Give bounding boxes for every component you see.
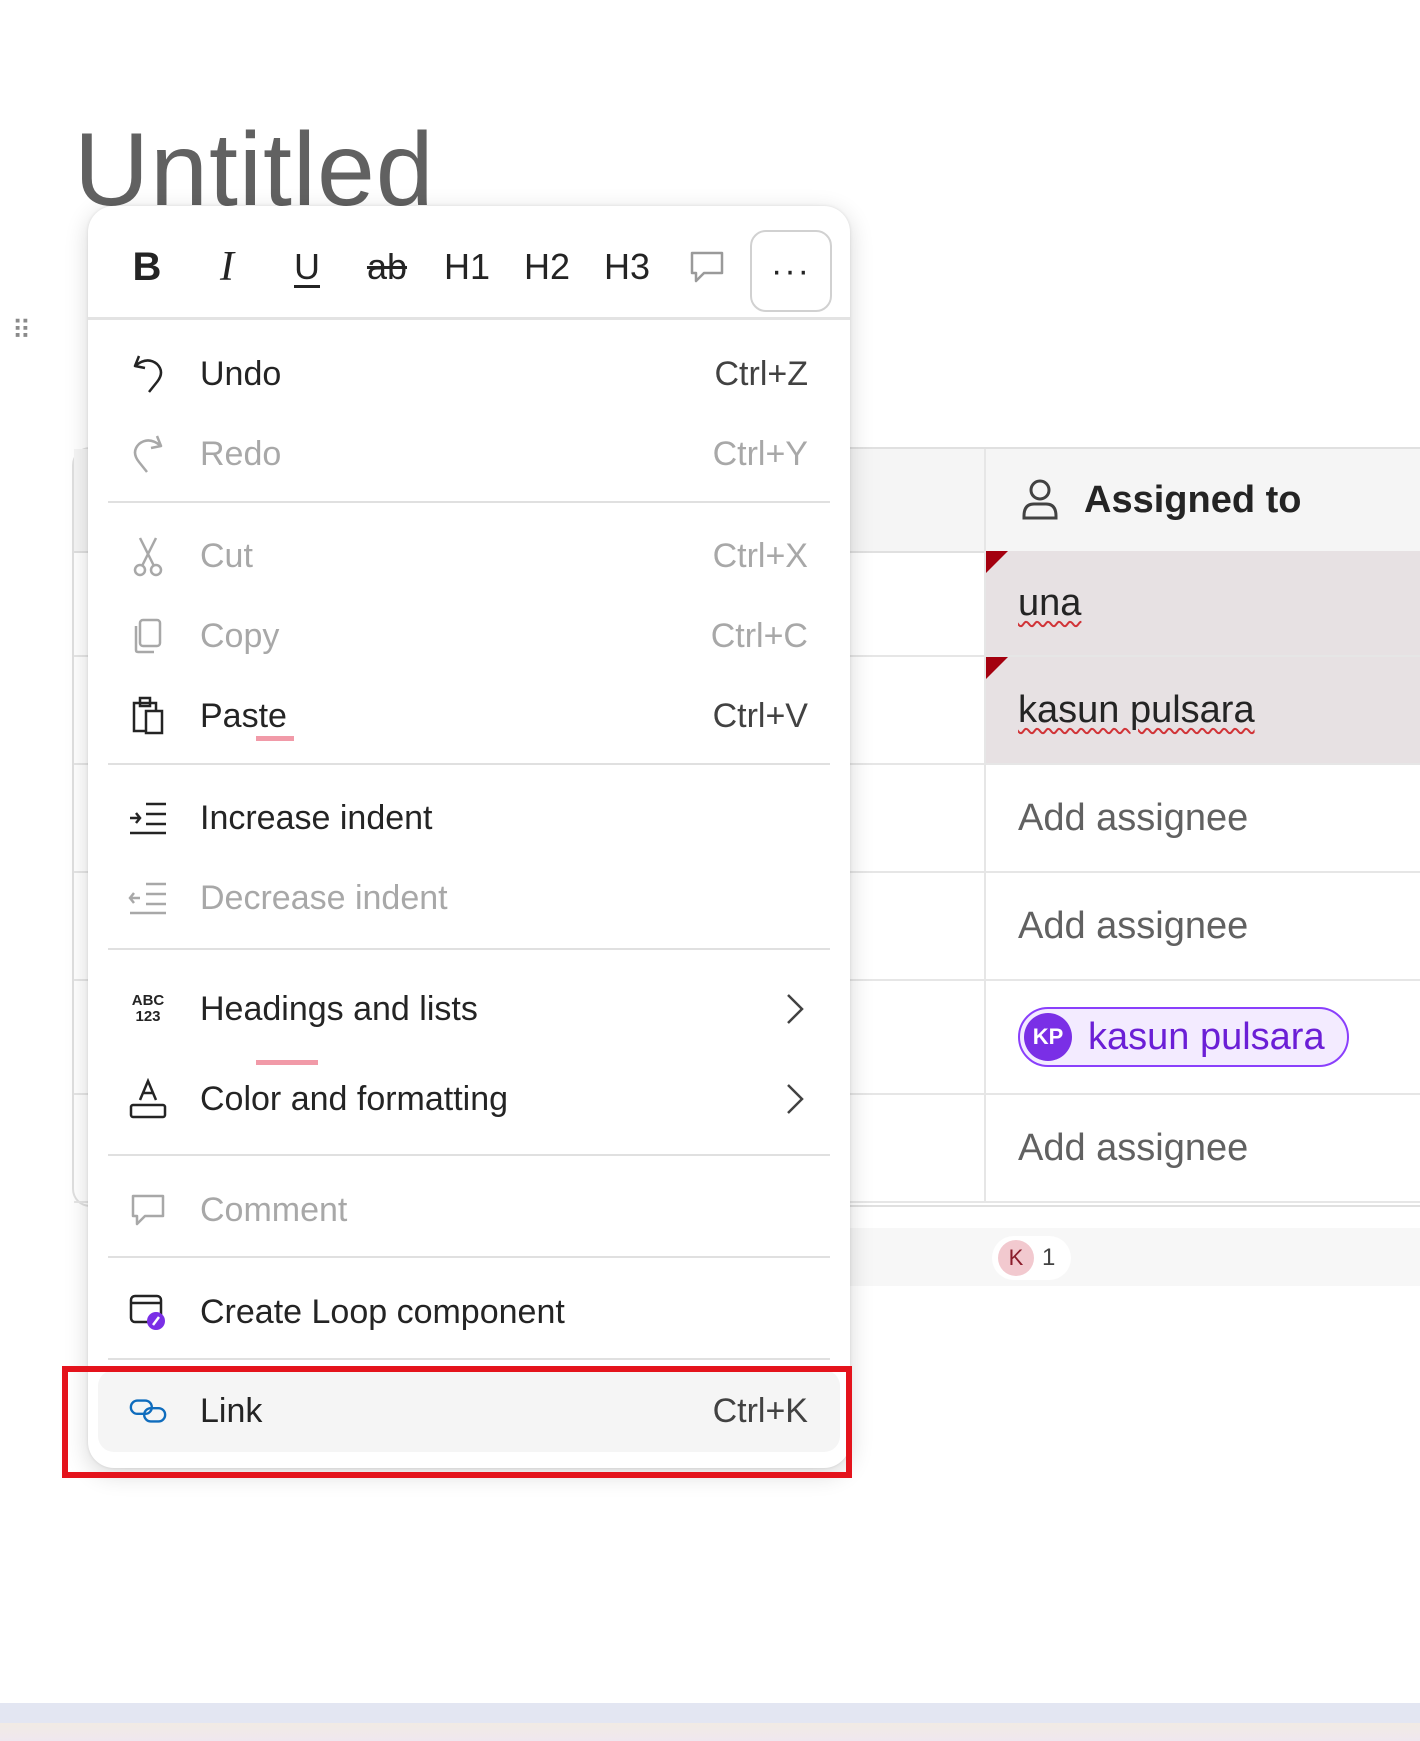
- heading2-button[interactable]: H2: [512, 232, 582, 302]
- assignee-cell[interactable]: Add assignee: [984, 1095, 1420, 1201]
- clipboard-icon: [128, 694, 168, 738]
- menu-item-label: Cut: [200, 536, 253, 575]
- column-header-assigned-to[interactable]: Assigned to: [984, 449, 1420, 553]
- comment-icon: [128, 1188, 168, 1232]
- redo-icon: [128, 432, 168, 476]
- context-menu: B I U ab H1 H2 H3 ··· Undo Ctrl+Z Redo C…: [88, 206, 850, 1468]
- copy-icon: [128, 614, 168, 658]
- heading1-button[interactable]: H1: [432, 232, 502, 302]
- assignee-chip[interactable]: KP kasun pulsara: [1018, 1007, 1349, 1067]
- italic-button[interactable]: I: [192, 232, 262, 302]
- menu-item-label: Copy: [200, 616, 280, 655]
- taskbar-strip: [0, 1703, 1420, 1741]
- menu-item-shortcut: Ctrl+X: [712, 536, 808, 575]
- more-options-button[interactable]: ···: [750, 230, 832, 312]
- menu-item-label: Undo: [200, 354, 282, 393]
- menu-item-label: Comment: [200, 1190, 348, 1229]
- assignee-cell[interactable]: KP kasun pulsara: [984, 981, 1420, 1093]
- menu-divider: [108, 1256, 830, 1258]
- assignee-cell[interactable]: Add assignee: [984, 873, 1420, 979]
- menu-item-paste[interactable]: Paste Ctrl+V: [88, 676, 850, 756]
- icon-text-top: ABC: [131, 992, 165, 1009]
- loop-component-icon: [128, 1290, 168, 1334]
- menu-item-color-and-formatting[interactable]: Color and formatting: [88, 1054, 850, 1144]
- assignee-cell[interactable]: una: [984, 551, 1420, 655]
- menu-item-label: Paste: [200, 696, 287, 735]
- menu-item-create-loop-component[interactable]: Create Loop component: [88, 1272, 850, 1352]
- assignee-text: kasun pulsara: [1018, 688, 1255, 731]
- strikethrough-button[interactable]: ab: [352, 232, 422, 302]
- format-toolbar: B I U ab H1 H2 H3 ···: [88, 206, 850, 320]
- menu-divider: [108, 948, 830, 950]
- menu-item-comment[interactable]: Comment: [88, 1170, 850, 1250]
- add-assignee-placeholder: Add assignee: [1018, 796, 1249, 839]
- menu-item-label: Headings and lists: [200, 989, 478, 1028]
- menu-item-label: Create Loop component: [200, 1292, 565, 1331]
- assignee-cell[interactable]: Add assignee: [984, 765, 1420, 871]
- person-icon: [1022, 479, 1058, 520]
- presence-indicator[interactable]: K 1: [992, 1236, 1072, 1280]
- add-assignee-placeholder: Add assignee: [1018, 1126, 1249, 1169]
- menu-item-cut[interactable]: Cut Ctrl+X: [88, 516, 850, 596]
- menu-item-shortcut: Ctrl+V: [712, 696, 808, 735]
- menu-divider: [108, 1358, 830, 1360]
- icon-text-bottom: 123: [135, 1008, 161, 1025]
- menu-item-shortcut: Ctrl+C: [710, 616, 808, 655]
- menu-item-increase-indent[interactable]: Increase indent: [88, 778, 850, 858]
- menu-item-undo[interactable]: Undo Ctrl+Z: [88, 334, 850, 414]
- menu-item-label: Color and formatting: [200, 1079, 509, 1118]
- comment-icon[interactable]: [672, 232, 742, 302]
- avatar: KP: [1024, 1013, 1072, 1061]
- text-color-icon: [128, 1077, 168, 1121]
- chevron-right-icon: [787, 1084, 804, 1114]
- undo-icon: [128, 352, 168, 396]
- menu-item-label: Increase indent: [200, 798, 433, 837]
- assignee-text: una: [1018, 581, 1082, 624]
- scissors-icon: [128, 534, 168, 578]
- highlight-box: [62, 1366, 852, 1478]
- assignee-chip-name: kasun pulsara: [1088, 1015, 1325, 1058]
- column-header-label: Assigned to: [1084, 478, 1302, 521]
- menu-divider: [108, 501, 830, 503]
- menu-item-label: Decrease indent: [200, 878, 448, 917]
- menu-divider: [108, 1154, 830, 1156]
- presence-count: 1: [1042, 1244, 1056, 1271]
- decoration-mark: [256, 736, 294, 741]
- avatar: K: [998, 1240, 1034, 1276]
- menu-divider: [108, 763, 830, 765]
- assignee-cell[interactable]: kasun pulsara: [984, 657, 1420, 763]
- headings-lists-icon: ABC 123: [128, 987, 168, 1031]
- chevron-right-icon: [787, 994, 804, 1024]
- menu-item-copy[interactable]: Copy Ctrl+C: [88, 596, 850, 676]
- increase-indent-icon: [128, 796, 168, 840]
- menu-item-decrease-indent[interactable]: Decrease indent: [88, 858, 850, 938]
- drag-handle-icon[interactable]: ⠿: [12, 316, 32, 344]
- underline-button[interactable]: U: [272, 232, 342, 302]
- table-footer: [850, 1228, 1420, 1286]
- bold-button[interactable]: B: [112, 232, 182, 302]
- heading3-button[interactable]: H3: [592, 232, 662, 302]
- menu-item-shortcut: Ctrl+Y: [712, 434, 808, 473]
- menu-item-shortcut: Ctrl+Z: [714, 354, 809, 393]
- menu-item-label: Redo: [200, 434, 282, 473]
- add-assignee-placeholder: Add assignee: [1018, 904, 1249, 947]
- decrease-indent-icon: [128, 876, 168, 920]
- menu-item-headings-and-lists[interactable]: ABC 123 Headings and lists: [88, 964, 850, 1054]
- menu-item-redo[interactable]: Redo Ctrl+Y: [88, 414, 850, 494]
